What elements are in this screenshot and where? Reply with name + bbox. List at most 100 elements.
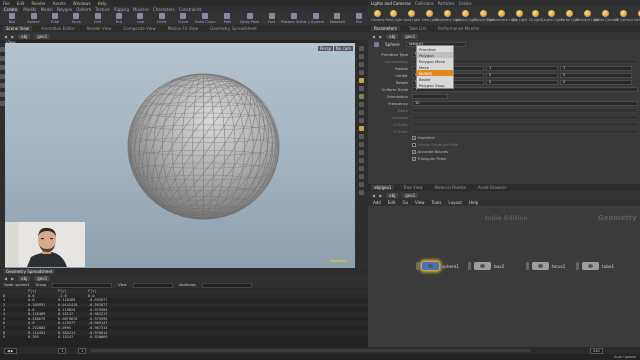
shelf-tab-model[interactable]: Model [41,7,53,12]
wireframe-icon[interactable] [359,70,364,75]
shelf-tool-null[interactable]: Null [110,13,128,24]
shelf-tab-modify[interactable]: Modify [23,7,36,12]
shelf-tool-font[interactable]: Font [262,13,280,24]
camera-icon[interactable] [359,110,364,115]
col-header-px[interactable]: P[x] [28,289,58,293]
checkbox-imperfect[interactable]: ✓ Imperfect [412,136,435,140]
checkbox-accurate-bounds[interactable]: ✓ Accurate Bounds [412,150,448,154]
shelf-tool-grid[interactable]: Grid [88,13,106,24]
shelf-tab-muscles[interactable]: Muscles [133,7,149,12]
table-row[interactable]: 9 0.359 0.15247 -0.920669 [0,335,368,340]
shelf-tab-deform[interactable]: Deform [76,7,91,12]
tab-motion-fx-view[interactable]: Motion FX View [165,26,202,31]
light-tool-caustic-light[interactable]: Caustic Light [541,9,563,22]
node-box2[interactable]: box2 [468,262,504,270]
lighting-icon[interactable] [359,118,364,123]
timeline-track[interactable] [90,349,530,352]
network-editor[interactable]: sphere1 box2 torus1 tube1 [368,206,640,348]
light-tool-camera[interactable]: Camera [371,9,384,22]
grid-icon[interactable] [359,62,364,67]
path-geo[interactable]: geo1 [402,192,419,198]
checkbox-box[interactable]: ✓ [412,150,416,154]
dropdown-option-polygon-soup[interactable]: Polygon Soup [417,82,453,88]
menu-help[interactable]: Help [98,1,107,6]
checkbox-triangular-poles[interactable]: ✓ Triangular Poles [412,157,446,161]
forward-arrow-icon[interactable]: ▶ [11,276,14,281]
light-tool-switcher[interactable]: Switcher [634,9,640,22]
tab-parameters[interactable]: Parameters [371,26,400,31]
network-menu-tools[interactable]: Tools [432,200,442,205]
attrib-filter-field[interactable] [201,282,252,288]
network-menu-add[interactable]: Add [373,200,381,205]
col-header-py[interactable]: P[y] [58,289,88,293]
param-field-2[interactable]: 0 [486,72,558,78]
shelf-tab-polygon[interactable]: Polygon [57,7,73,12]
shading-icon[interactable] [359,126,364,131]
col-header-pz[interactable]: P[z] [88,289,118,293]
tab-obj-geo1[interactable]: obj/geo1 [371,185,395,190]
prim-numbers-icon[interactable] [359,94,364,99]
ghost-icon[interactable] [359,142,364,147]
shelf-tab-rigging[interactable]: Rigging [114,7,129,12]
node-bypass-flag[interactable] [526,262,529,270]
param-field-2[interactable]: 0 [486,79,558,85]
frame-icon[interactable] [359,174,364,179]
shelf-tool-circle[interactable]: Circle [153,13,171,24]
shelf-tab-constraints[interactable]: Constraints [179,7,202,12]
shelf-tool-curve[interactable]: Curve [174,13,192,24]
menu-render[interactable]: Render [31,1,45,6]
tab-animation-editor[interactable]: Animation Editor [38,26,78,31]
tab-performance-monitor[interactable]: Performance Monitor [435,26,483,31]
light-tool-environment-light[interactable]: Environment Light [487,9,517,22]
path-geo[interactable]: geo1 [34,275,51,281]
node-bypass-flag[interactable] [468,262,471,270]
tab-render-view[interactable]: Render View [83,26,114,31]
node-body[interactable] [532,262,549,270]
sphere-geometry[interactable] [127,73,280,220]
light-tool-geometry-light[interactable]: Geometry Light [435,9,461,22]
menu-edit[interactable]: Edit [17,1,25,6]
light-tool-volume-light[interactable]: Volume Light [455,9,477,22]
param-field-3[interactable]: 0 [560,79,632,85]
bg-icon[interactable] [359,134,364,139]
shelf-tool-platonic-solids[interactable]: Platonic Solids [281,13,307,24]
shelf-tool-sphere[interactable]: Sphere [24,13,42,24]
tab-material-palette[interactable]: Material Palette [432,185,469,190]
camera-menu[interactable]: No cam [333,46,353,51]
shelf-tab-texture[interactable]: Texture [95,7,110,12]
link-icon[interactable] [359,190,364,195]
back-arrow-icon[interactable]: ◀ [372,34,375,39]
points-display-icon[interactable] [359,78,364,83]
lights-tab-collisions[interactable]: Collisions [415,1,434,6]
shelf-tool-box[interactable]: Box [3,13,21,24]
shelf-tool-metaball[interactable]: Metaball [328,13,346,24]
param-field[interactable]: 10 [412,100,638,106]
shelf-tool-tube[interactable]: Tube [46,13,64,24]
tab-geometry-spreadsheet[interactable]: Geometry Spreadsheet [207,26,259,31]
node-tube1[interactable]: tube1 [576,262,614,270]
template-icon[interactable] [359,158,364,163]
auto-update-status[interactable]: Auto Update [614,355,636,359]
lights-tab-particles[interactable]: Particles [438,1,455,6]
lights-tab-lights-and-cameras[interactable]: Lights and Cameras [371,1,411,6]
checkbox-box[interactable]: ✓ [412,157,416,161]
param-field[interactable] [412,93,448,99]
checkbox-box[interactable] [412,143,416,147]
node-bypass-flag[interactable] [416,262,419,270]
param-field-3[interactable]: 1 [560,65,632,71]
back-arrow-icon[interactable]: ◀ [372,193,375,198]
visibility-icon[interactable] [359,150,364,155]
forward-arrow-icon[interactable]: ▶ [11,34,14,39]
point-numbers-icon[interactable] [359,102,364,107]
path-geo[interactable]: geo1 [402,33,419,39]
menu-file[interactable]: File [3,1,10,6]
tab-composite-view[interactable]: Composite View [121,26,159,31]
primitive-type-dropdown[interactable]: Primitive Polygon Polygon Mesh Mesh NURBS Bez… [416,45,454,89]
node-body[interactable] [474,262,491,270]
network-menu-view[interactable]: View [415,200,425,205]
param-field-3[interactable]: 0 [560,72,632,78]
node-body[interactable] [422,262,439,270]
light-tool-spot-light[interactable]: Spot Light [404,9,420,22]
back-arrow-icon[interactable]: ◀ [4,276,7,281]
network-menu-go[interactable]: Go [403,200,409,205]
